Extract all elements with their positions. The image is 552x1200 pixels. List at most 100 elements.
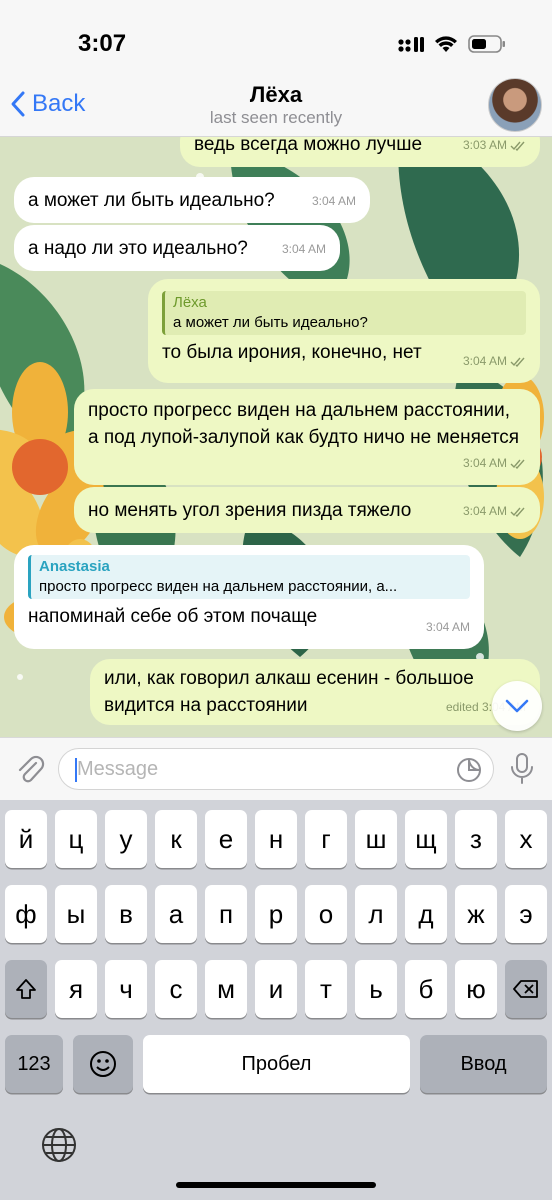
numbers-key[interactable]: 123	[5, 1035, 63, 1093]
key-э[interactable]: э	[505, 885, 547, 943]
microphone-icon[interactable]	[508, 752, 536, 786]
home-indicator	[176, 1182, 376, 1188]
message-outgoing[interactable]: или, как говорил алкаш есенин - большое …	[90, 659, 540, 725]
message-time: 3:04 AM	[425, 620, 470, 634]
paperclip-icon[interactable]	[14, 753, 46, 785]
message-text: а надо ли это идеально?	[28, 238, 248, 259]
key-и[interactable]: и	[255, 960, 297, 1018]
message-incoming[interactable]: Anastasia просто прогресс виден на дальн…	[14, 545, 484, 649]
key-ь[interactable]: ь	[355, 960, 397, 1018]
message-time: 3:03 AM	[462, 138, 507, 152]
scroll-down-button[interactable]	[492, 681, 542, 731]
message-outgoing[interactable]: ведь всегда можно лучше 3:03 AM	[180, 137, 540, 167]
key-с[interactable]: с	[155, 960, 197, 1018]
key-р[interactable]: р	[255, 885, 297, 943]
message-incoming[interactable]: а надо ли это идеально? 3:04 AM	[14, 225, 340, 271]
reply-preview[interactable]: Лёха а может ли быть идеально?	[162, 291, 526, 335]
key-д[interactable]: д	[405, 885, 447, 943]
key-х[interactable]: х	[505, 810, 547, 868]
key-ч[interactable]: ч	[105, 960, 147, 1018]
message-text: а может ли быть идеально?	[28, 190, 275, 211]
key-й[interactable]: й	[5, 810, 47, 868]
key-н[interactable]: н	[255, 810, 297, 868]
message-incoming[interactable]: а может ли быть идеально? 3:04 AM	[14, 177, 370, 223]
message-outgoing[interactable]: но менять угол зрения пизда тяжело 3:04 …	[74, 487, 540, 533]
contact-name[interactable]: Лёха	[0, 82, 552, 108]
key-в[interactable]: в	[105, 885, 147, 943]
double-check-icon	[510, 357, 525, 367]
message-time: 3:04 AM	[462, 456, 507, 470]
key-ю[interactable]: ю	[455, 960, 497, 1018]
cellular-signal-icon	[398, 37, 424, 52]
globe-icon[interactable]	[40, 1126, 78, 1164]
wifi-icon	[435, 36, 457, 52]
message-meta: 3:04 AM	[463, 348, 526, 375]
shift-key[interactable]	[5, 960, 47, 1018]
message-meta: 3:03 AM	[463, 137, 526, 159]
battery-icon	[468, 35, 505, 53]
key-п[interactable]: п	[205, 885, 247, 943]
message-meta: 3:04 AM	[463, 450, 526, 477]
key-г[interactable]: г	[305, 810, 347, 868]
message-time: 3:04 AM	[281, 242, 326, 256]
key-ф[interactable]: ф	[5, 885, 47, 943]
status-icons	[398, 34, 506, 54]
key-о[interactable]: о	[305, 885, 347, 943]
message-outgoing[interactable]: просто прогресс виден на дальнем расстоя…	[74, 389, 540, 485]
emoji-icon	[90, 1051, 116, 1077]
emoji-key[interactable]	[73, 1035, 133, 1093]
message-time: 3:04 AM	[462, 504, 507, 518]
key-е[interactable]: е	[205, 810, 247, 868]
key-з[interactable]: з	[455, 810, 497, 868]
key-б[interactable]: б	[405, 960, 447, 1018]
key-у[interactable]: у	[105, 810, 147, 868]
status-time: 3:07	[78, 30, 127, 57]
space-key[interactable]: Пробел	[143, 1035, 410, 1093]
reply-author: Лёха	[173, 294, 207, 311]
key-м[interactable]: м	[205, 960, 247, 1018]
contact-status: last seen recently	[209, 108, 343, 127]
return-key[interactable]: Ввод	[420, 1035, 547, 1093]
reply-preview[interactable]: Anastasia просто прогресс виден на дальн…	[28, 555, 470, 599]
message-text: или, как говорил алкаш есенин - большое …	[104, 668, 474, 716]
key-ц[interactable]: ц	[55, 810, 97, 868]
message-text: ведь всегда можно лучше	[194, 137, 423, 155]
reply-author: Anastasia	[39, 558, 110, 575]
key-щ[interactable]: щ	[405, 810, 447, 868]
message-time: 3:04 AM	[462, 354, 507, 368]
chat-header: Back Лёха last seen recently	[0, 78, 552, 137]
key-т[interactable]: т	[305, 960, 347, 1018]
key-ы[interactable]: ы	[55, 885, 97, 943]
text-cursor	[75, 758, 77, 782]
keyboard: йцукенгшщзх фывапролджэ ячсмитьбю 123 Пр…	[0, 800, 552, 1200]
message-field[interactable]	[58, 748, 494, 790]
message-outgoing[interactable]: Лёха а может ли быть идеально? то была и…	[148, 279, 540, 383]
message-meta: 3:04 AM	[312, 188, 356, 215]
shift-icon	[16, 979, 36, 999]
chat-history[interactable]: ведь всегда можно лучше 3:03 AM а может …	[0, 137, 552, 737]
reply-text: просто прогресс виден на дальнем расстоя…	[39, 578, 398, 595]
key-к[interactable]: к	[155, 810, 197, 868]
chevron-down-icon	[505, 699, 529, 713]
message-meta: 3:04 AM	[463, 498, 526, 525]
key-а[interactable]: а	[155, 885, 197, 943]
double-check-icon	[510, 459, 525, 469]
key-л[interactable]: л	[355, 885, 397, 943]
message-input[interactable]	[75, 757, 439, 782]
reply-text: а может ли быть идеально?	[173, 314, 368, 331]
message-meta: 3:04 AM	[282, 236, 326, 263]
composer	[0, 737, 552, 800]
status-bar: 3:07	[0, 0, 552, 78]
message-text: но менять угол зрения пизда тяжело	[88, 500, 412, 521]
key-ш[interactable]: ш	[355, 810, 397, 868]
avatar[interactable]	[488, 78, 542, 132]
key-я[interactable]: я	[55, 960, 97, 1018]
sticker-icon[interactable]	[455, 756, 483, 784]
delete-key[interactable]	[505, 960, 547, 1018]
key-ж[interactable]: ж	[455, 885, 497, 943]
double-check-icon	[510, 507, 525, 517]
message-time: 3:04 AM	[311, 194, 356, 208]
message-text: то была ирония, конечно, нет	[162, 342, 422, 363]
message-text: напоминай себе об этом почаще	[28, 606, 318, 627]
message-text: просто прогресс виден на дальнем расстоя…	[88, 400, 520, 448]
